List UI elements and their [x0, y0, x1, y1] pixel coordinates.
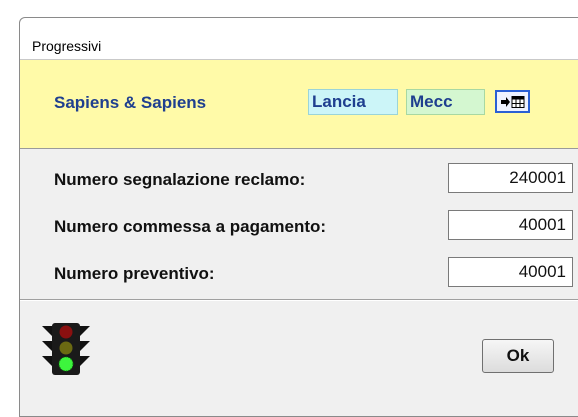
reclamo-label: Numero segnalazione reclamo:: [54, 170, 306, 189]
title-bar[interactable]: Progressivi: [20, 18, 578, 59]
window-title: Progressivi: [32, 38, 102, 54]
reclamo-number-input[interactable]: [448, 163, 573, 193]
field-row-preventivo: Numero preventivo:: [54, 257, 574, 287]
ok-button[interactable]: Ok: [482, 339, 554, 373]
field-row-reclamo: Numero segnalazione reclamo:: [54, 163, 574, 193]
company-name: Sapiens & Sapiens: [54, 93, 207, 112]
preventivo-number-input[interactable]: [448, 257, 573, 287]
preventivo-label: Numero preventivo:: [54, 264, 215, 283]
field-row-commessa: Numero commessa a pagamento:: [54, 210, 574, 240]
header-banner: Sapiens & Sapiens Lancia Mecc: [20, 59, 578, 149]
arrow-grid-icon: [501, 96, 525, 108]
footer-divider: [20, 299, 578, 301]
open-table-button[interactable]: [495, 90, 530, 113]
mecc-button[interactable]: Mecc: [406, 89, 485, 115]
lancia-button[interactable]: Lancia: [308, 89, 398, 115]
traffic-light-icon: [42, 323, 90, 375]
dialog-window: Progressivi Sapiens & Sapiens Lancia Mec…: [19, 17, 578, 417]
commessa-number-input[interactable]: [448, 210, 573, 240]
commessa-label: Numero commessa a pagamento:: [54, 217, 327, 236]
